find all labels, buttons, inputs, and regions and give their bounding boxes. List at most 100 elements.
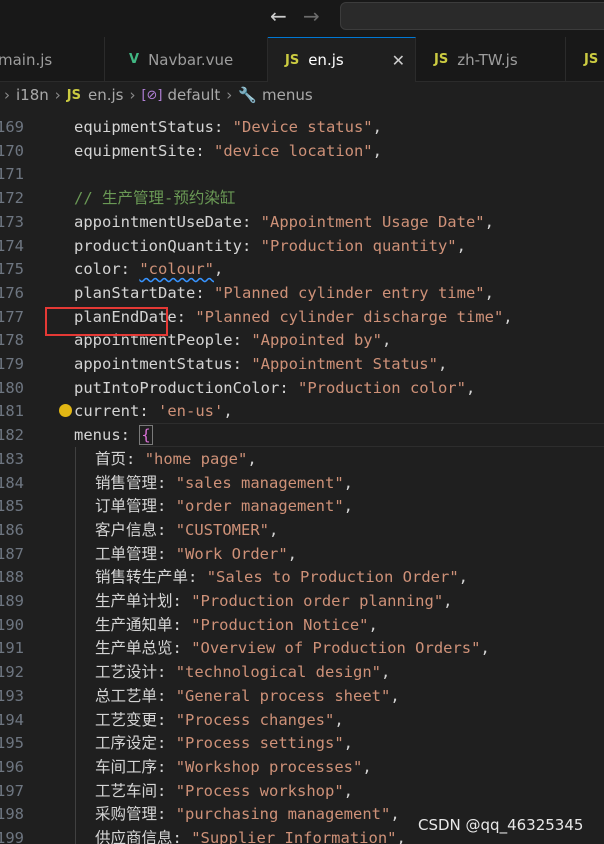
colon-punct: : bbox=[195, 283, 214, 302]
code-line[interactable]: 196 车间工序: "Workshop processes", bbox=[0, 755, 604, 779]
string-value: "Production color" bbox=[297, 378, 466, 397]
breadcrumb-property[interactable]: menus bbox=[262, 86, 313, 104]
code-editor[interactable]: 169 equipmentStatus: "Device status", 170 e… bbox=[0, 108, 604, 844]
colon-punct: : bbox=[241, 236, 261, 255]
colon-punct: : bbox=[172, 829, 192, 844]
code-line[interactable]: 191 生产单总览: "Overview of Production Orders… bbox=[0, 636, 604, 660]
comma-punct: , bbox=[223, 402, 233, 421]
tab-overflow-js[interactable]: JS bbox=[566, 37, 604, 82]
object-key: 生产单计划 bbox=[95, 592, 173, 610]
string-value: "General process sheet" bbox=[175, 686, 391, 705]
code-line[interactable]: 169 equipmentStatus: "Device status", bbox=[0, 115, 604, 139]
code-line[interactable]: 195 工序设定: "Process settings", bbox=[0, 731, 604, 755]
object-key: 车间工序 bbox=[95, 757, 158, 776]
string-value: "Process settings" bbox=[175, 734, 344, 753]
code-line[interactable]: 179 appointmentStatus: "Appointment Statu… bbox=[0, 352, 604, 376]
code-text: equipmentSite: "device location", bbox=[74, 139, 382, 163]
string-value: "Supplier Information" bbox=[191, 829, 397, 844]
line-number: 187 bbox=[0, 544, 24, 563]
code-text: 生产单总览: "Overview of Production Orders", bbox=[95, 636, 490, 660]
code-line[interactable]: 193 总工艺单: "General process sheet", bbox=[0, 684, 604, 708]
colon-punct: : bbox=[172, 615, 192, 634]
code-line[interactable]: 186 客户信息: "CUSTOMER", bbox=[0, 518, 604, 542]
object-key: color bbox=[74, 260, 121, 279]
colon-punct: : bbox=[232, 355, 252, 373]
line-number: 179 bbox=[0, 355, 24, 373]
code-text: 采购管理: "purchasing management", bbox=[95, 802, 400, 826]
colon-punct: : bbox=[172, 639, 192, 658]
code-line[interactable]: 185 订单管理: "order management", bbox=[0, 494, 604, 518]
code-line[interactable]: 182 menus: { bbox=[0, 423, 604, 448]
code-line[interactable]: 180 putIntoProductionColor: "Production c… bbox=[0, 376, 604, 400]
code-line[interactable]: 188 销售转生产单: "Sales to Production Order", bbox=[0, 565, 604, 589]
string-value: "Planned cylinder entry time" bbox=[214, 283, 485, 302]
line-number: 177 bbox=[0, 307, 24, 326]
code-text: equipmentStatus: "Device status", bbox=[74, 115, 382, 139]
chevron-right-icon: › bbox=[54, 86, 61, 104]
code-line[interactable]: 184 销售管理: "sales management", bbox=[0, 471, 604, 495]
wrench-icon: 🔧 bbox=[238, 86, 257, 104]
object-key: 订单管理 bbox=[95, 497, 158, 516]
breadcrumb-folder[interactable]: i18n bbox=[16, 86, 49, 104]
colon-punct: : bbox=[157, 520, 176, 539]
lightbulb-icon[interactable] bbox=[59, 404, 72, 418]
line-number: 192 bbox=[0, 663, 24, 682]
code-line[interactable]: 187 工单管理: "Work Order", bbox=[0, 542, 604, 566]
code-line[interactable]: 194 工艺变更: "Process changes", bbox=[0, 708, 604, 732]
code-line[interactable]: 192 工艺设计: "technological design", bbox=[0, 660, 604, 684]
breadcrumb: › i18n › JS en.js › [⊘] default › 🔧 menu… bbox=[0, 82, 604, 108]
colon-punct: : bbox=[232, 331, 252, 350]
line-number: 174 bbox=[0, 236, 24, 255]
js-file-icon: JS bbox=[285, 52, 300, 68]
string-value: "Device status" bbox=[232, 118, 373, 136]
forward-arrow-icon[interactable]: → bbox=[303, 6, 320, 26]
editor-tab-bar: JS main.js V Navbar.vue JS en.js ✕ JS zh… bbox=[0, 37, 604, 82]
code-text: 总工艺单: "General process sheet", bbox=[95, 684, 400, 708]
tab-main-js[interactable]: JS main.js bbox=[0, 37, 105, 82]
comma-punct: , bbox=[484, 212, 494, 231]
code-line[interactable]: 176 planStartDate: "Planned cylinder entr… bbox=[0, 281, 604, 305]
code-text: 工序设定: "Process settings", bbox=[95, 731, 353, 755]
code-comment: // 生产管理-预约染缸 bbox=[74, 189, 236, 208]
breadcrumb-symbol[interactable]: default bbox=[168, 86, 221, 104]
line-number: 175 bbox=[0, 260, 24, 279]
code-line[interactable]: 172 // 生产管理-预约染缸 bbox=[0, 186, 604, 210]
line-number: 198 bbox=[0, 805, 24, 824]
code-line[interactable]: 197 工艺车间: "Process workshop", bbox=[0, 779, 604, 803]
object-key: menus bbox=[74, 426, 121, 445]
code-text: current: 'en-us', bbox=[74, 399, 233, 423]
code-line[interactable]: 170 equipmentSite: "device location", bbox=[0, 139, 604, 163]
string-value: "Appointment Status" bbox=[251, 355, 438, 373]
close-icon[interactable]: ✕ bbox=[392, 51, 405, 70]
comma-punct: , bbox=[287, 544, 298, 563]
object-key: 总工艺单 bbox=[95, 686, 158, 705]
line-number: 178 bbox=[0, 331, 24, 350]
breadcrumb-file[interactable]: en.js bbox=[88, 86, 124, 104]
code-line[interactable]: 181 current: 'en-us', bbox=[0, 399, 604, 423]
string-value: "order management" bbox=[175, 497, 344, 516]
line-number: 180 bbox=[0, 378, 24, 397]
command-center-search[interactable] bbox=[340, 2, 604, 30]
tab-en-js[interactable]: JS en.js ✕ bbox=[268, 37, 416, 82]
line-number: 182 bbox=[0, 426, 24, 445]
code-line[interactable]: 175 color: "colour", bbox=[0, 257, 604, 281]
string-value: "Production Notice" bbox=[191, 615, 369, 634]
code-line[interactable]: 171 bbox=[0, 162, 604, 186]
tab-navbar-vue[interactable]: V Navbar.vue bbox=[105, 37, 268, 82]
chevron-right-icon: › bbox=[4, 86, 10, 104]
object-key: 采购管理 bbox=[95, 805, 158, 824]
code-line[interactable]: 174 productionQuantity: "Production quant… bbox=[0, 234, 604, 258]
code-line[interactable]: 189 生产单计划: "Production order planning", bbox=[0, 589, 604, 613]
back-arrow-icon[interactable]: ← bbox=[270, 6, 287, 26]
string-value: "CUSTOMER" bbox=[175, 520, 270, 539]
code-line[interactable]: 190 生产通知单: "Production Notice", bbox=[0, 613, 604, 637]
code-text: 工艺车间: "Process workshop", bbox=[95, 779, 353, 803]
tab-label: Navbar.vue bbox=[148, 50, 234, 69]
line-number: 169 bbox=[0, 118, 24, 136]
code-line[interactable]: 173 appointmentUseDate: "Appointment Usag… bbox=[0, 210, 604, 234]
comma-punct: , bbox=[437, 355, 448, 373]
code-line[interactable]: 183 首页: "home page", bbox=[0, 447, 604, 471]
code-text: appointmentUseDate: "Appointment Usage D… bbox=[74, 210, 494, 234]
tab-zh-tw-js[interactable]: JS zh-TW.js bbox=[416, 37, 566, 82]
comma-punct: , bbox=[381, 331, 392, 350]
